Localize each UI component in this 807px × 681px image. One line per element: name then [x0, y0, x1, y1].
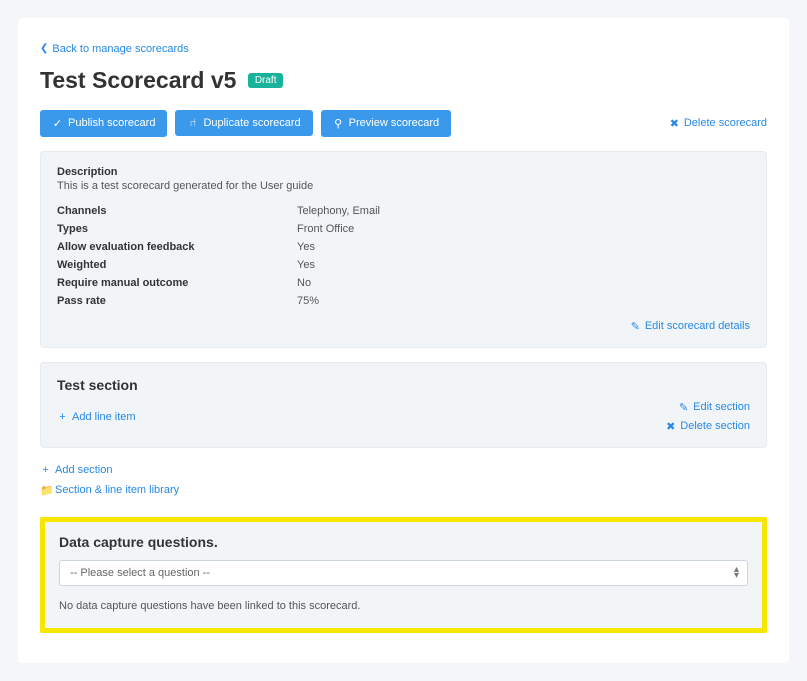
edit-section-link[interactable]: ✎ Edit section [678, 401, 750, 414]
description-label: Description [57, 166, 750, 178]
detail-label: Pass rate [57, 295, 297, 307]
edit-details-link[interactable]: ✎ Edit scorecard details [630, 320, 750, 333]
question-select-placeholder: -- Please select a question -- [70, 567, 210, 579]
toolbar: ✓ Publish scorecard ⑁ Duplicate scorecar… [40, 110, 767, 137]
detail-value: Front Office [297, 223, 354, 235]
detail-row-weighted: Weighted Yes [57, 256, 750, 274]
detail-label: Types [57, 223, 297, 235]
detail-row-types: Types Front Office [57, 220, 750, 238]
detail-row-passrate: Pass rate 75% [57, 292, 750, 310]
detail-row-channels: Channels Telephony, Email [57, 202, 750, 220]
duplicate-icon: ⑁ [187, 117, 198, 129]
library-icon: 📁 [40, 484, 51, 497]
title-row: Test Scorecard v5 Draft [40, 67, 767, 94]
detail-label: Weighted [57, 259, 297, 271]
detail-label: Channels [57, 205, 297, 217]
status-badge: Draft [248, 73, 284, 88]
section-panel: Test section + Add line item ✎ Edit sect… [40, 362, 767, 448]
close-icon: ✖ [665, 420, 676, 433]
duplicate-button[interactable]: ⑁ Duplicate scorecard [175, 110, 312, 136]
detail-label: Require manual outcome [57, 277, 297, 289]
details-panel: Description This is a test scorecard gen… [40, 151, 767, 348]
detail-label: Allow evaluation feedback [57, 241, 297, 253]
delete-section-link[interactable]: ✖ Delete section [665, 420, 750, 433]
scorecard-card: ❮ Back to manage scorecards Test Scoreca… [18, 18, 789, 663]
check-icon: ✓ [52, 117, 63, 130]
add-line-item-link[interactable]: + Add line item [57, 411, 136, 423]
detail-value: Telephony, Email [297, 205, 380, 217]
detail-row-manual: Require manual outcome No [57, 274, 750, 292]
duplicate-label: Duplicate scorecard [203, 117, 300, 129]
search-icon: ⚲ [333, 117, 344, 130]
preview-button[interactable]: ⚲ Preview scorecard [321, 110, 451, 137]
section-title: Test section [57, 377, 750, 393]
delete-section-label: Delete section [680, 420, 750, 432]
detail-row-feedback: Allow evaluation feedback Yes [57, 238, 750, 256]
publish-label: Publish scorecard [68, 117, 155, 129]
data-capture-empty: No data capture questions have been link… [59, 600, 748, 612]
below-links: + Add section 📁 Section & line item libr… [40, 464, 767, 497]
publish-button[interactable]: ✓ Publish scorecard [40, 110, 167, 137]
section-actions-row: + Add line item ✎ Edit section ✖ Delete … [57, 401, 750, 433]
add-section-link[interactable]: + Add section [40, 464, 112, 476]
edit-section-label: Edit section [693, 401, 750, 413]
back-link-label: Back to manage scorecards [52, 43, 188, 55]
library-label: Section & line item library [55, 484, 179, 496]
detail-value: No [297, 277, 311, 289]
detail-value: 75% [297, 295, 319, 307]
detail-value: Yes [297, 259, 315, 271]
details-panel-actions: ✎ Edit scorecard details [57, 320, 750, 333]
close-icon: ✖ [669, 117, 680, 130]
question-select[interactable]: -- Please select a question -- ▴▾ [59, 560, 748, 586]
back-link[interactable]: ❮ Back to manage scorecards [40, 43, 189, 55]
edit-details-label: Edit scorecard details [645, 320, 750, 332]
delete-scorecard-link[interactable]: ✖ Delete scorecard [669, 117, 767, 130]
add-line-item-label: Add line item [72, 411, 136, 423]
plus-icon: + [40, 464, 51, 476]
chevron-left-icon: ❮ [40, 43, 48, 54]
detail-value: Yes [297, 241, 315, 253]
pencil-icon: ✎ [678, 401, 689, 414]
page-title: Test Scorecard v5 [40, 67, 236, 94]
chevron-updown-icon: ▴▾ [734, 567, 739, 579]
section-right-actions: ✎ Edit section ✖ Delete section [665, 401, 750, 433]
add-section-label: Add section [55, 464, 112, 476]
data-capture-panel: Data capture questions. -- Please select… [40, 517, 767, 633]
description-text: This is a test scorecard generated for t… [57, 180, 750, 192]
data-capture-title: Data capture questions. [59, 534, 748, 550]
plus-icon: + [57, 411, 68, 423]
preview-label: Preview scorecard [349, 117, 439, 129]
delete-scorecard-label: Delete scorecard [684, 117, 767, 129]
pencil-icon: ✎ [630, 320, 641, 333]
library-link[interactable]: 📁 Section & line item library [40, 484, 179, 497]
